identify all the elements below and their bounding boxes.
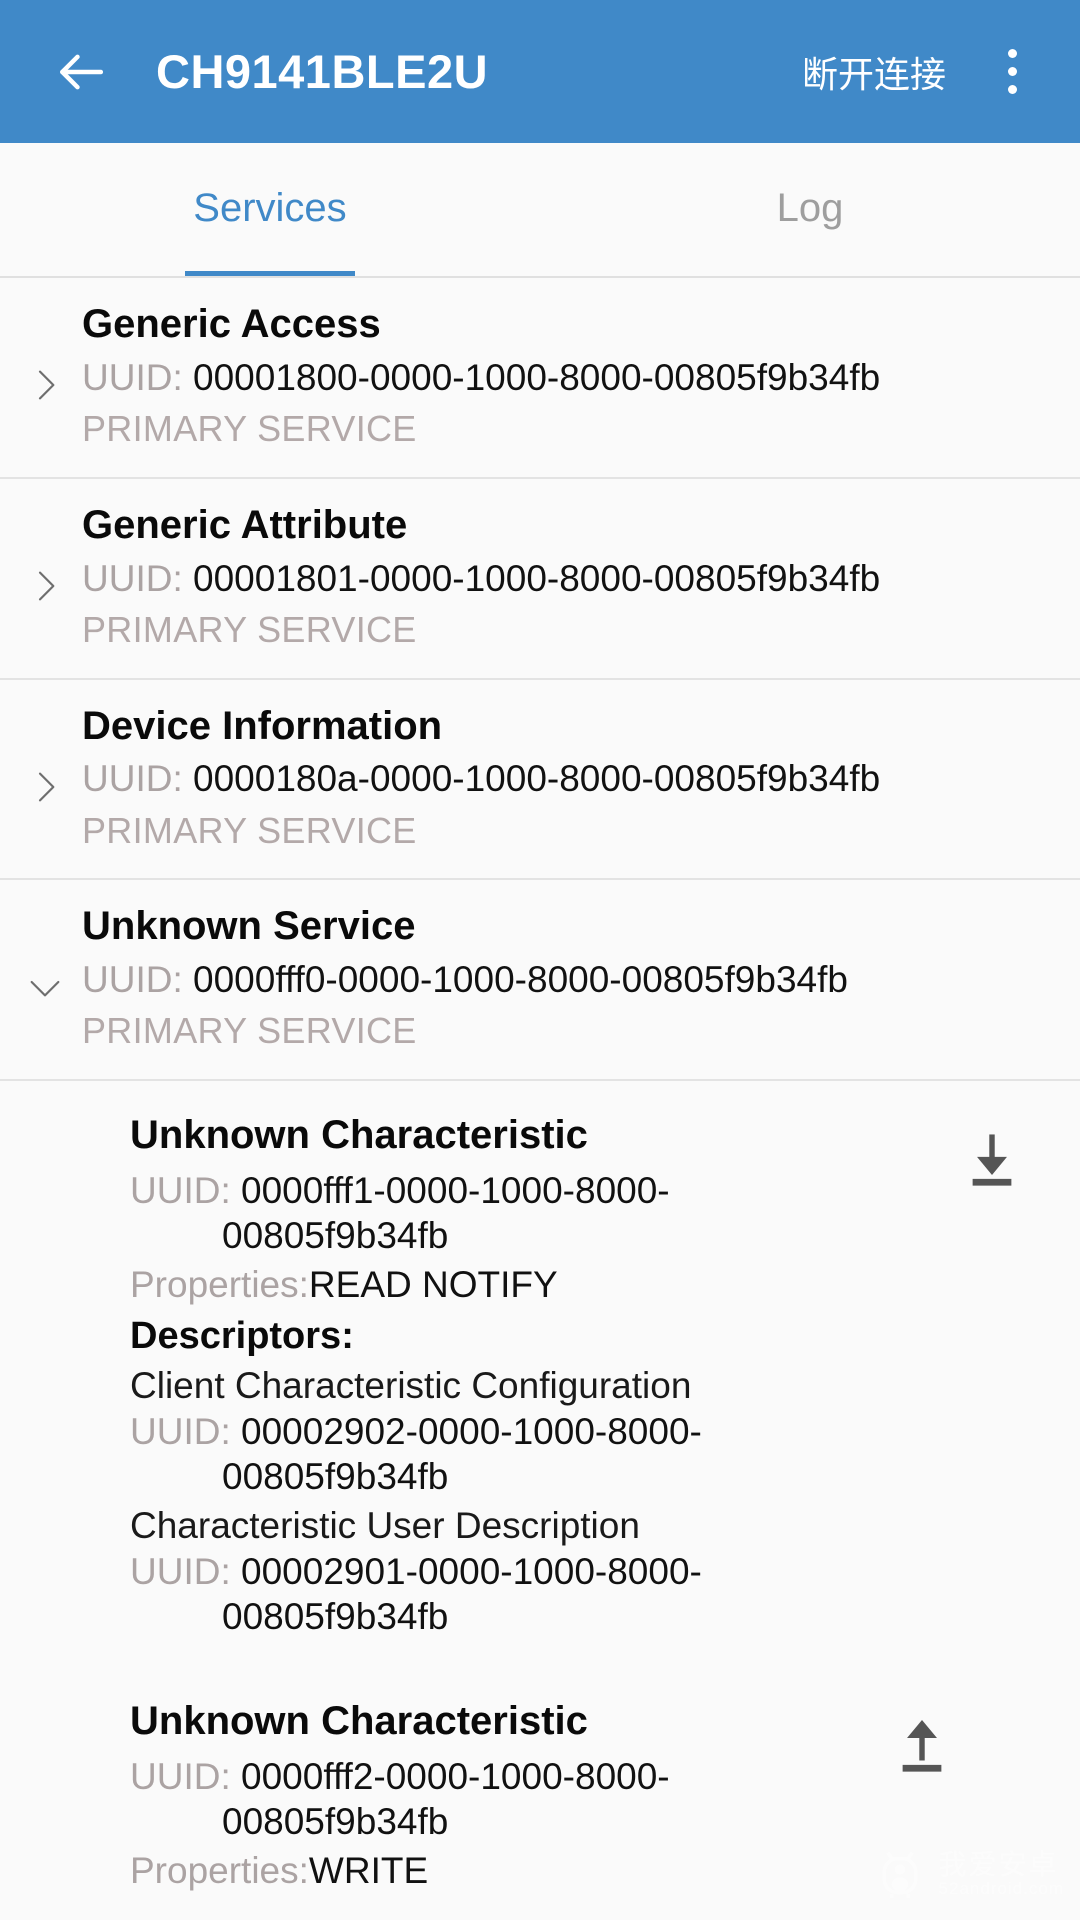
uuid-value: 0000180a-0000-1000-8000-00805f9b34fb <box>193 758 881 800</box>
uuid-value: 00001801-0000-1000-8000-00805f9b34fb <box>193 557 881 599</box>
chevron-down-icon <box>22 964 68 1010</box>
descriptor-name: Client Characteristic Configuration <box>130 1364 692 1406</box>
tab-log[interactable]: Log <box>540 143 1080 278</box>
service-uuid: UUID: 0000180a-0000-1000-8000-00805f9b34… <box>82 756 1050 801</box>
service-uuid: UUID: 00001801-0000-1000-8000-00805f9b34… <box>82 556 1050 601</box>
uuid-value: 0000fff0-0000-1000-8000-00805f9b34fb <box>193 959 848 1001</box>
chevron-right-icon <box>22 764 68 810</box>
tab-bar: Services Log <box>0 143 1080 279</box>
bluetooth-device-screen: CH9141BLE2U 断开连接 Services Log Generic Ac… <box>0 0 1080 1920</box>
uuid-value-line2: 00805f9b34fb <box>222 1596 449 1638</box>
app-bar: CH9141BLE2U 断开连接 <box>0 0 1080 143</box>
properties-label: Properties: <box>130 1850 309 1892</box>
service-name: Generic Access <box>82 302 381 346</box>
uuid-value-line1: 0000fff1-0000-1000-8000- <box>241 1170 670 1212</box>
service-type: PRIMARY SERVICE <box>82 407 417 449</box>
page-title: CH9141BLE2U <box>156 45 489 98</box>
tab-services-label: Services <box>185 186 356 279</box>
write-characteristic-button[interactable] <box>882 1707 962 1787</box>
watermark-text: 我爱安卓 52android.com <box>939 1850 1064 1898</box>
service-list: Generic Access UUID: 00001800-0000-1000-… <box>0 278 1080 1894</box>
watermark: 我爱安卓 52android.com <box>871 1843 1064 1906</box>
uuid-label: UUID: <box>130 1550 231 1592</box>
properties-value: READ NOTIFY <box>308 1264 558 1306</box>
uuid-value-line2: 00805f9b34fb <box>222 1801 449 1843</box>
service-name: Unknown Service <box>82 904 416 949</box>
characteristic-item[interactable]: Unknown Characteristic UUID: 0000fff1-00… <box>0 1111 1080 1639</box>
characteristic-uuid: UUID: 0000fff1-0000-1000-8000- 00805f9b3… <box>130 1168 1050 1258</box>
service-name: Device Information <box>82 703 443 748</box>
uuid-value-line1: 00002902-0000-1000-8000- <box>241 1410 702 1452</box>
uuid-label: UUID: <box>130 1410 231 1452</box>
descriptors-title: Descriptors: <box>130 1315 354 1358</box>
characteristic-list: Unknown Characteristic UUID: 0000fff1-00… <box>0 1081 1080 1894</box>
download-icon <box>961 1128 1023 1195</box>
disconnect-button[interactable]: 断开连接 <box>802 46 946 98</box>
uuid-label: UUID: <box>130 1170 231 1212</box>
service-name: Generic Attribute <box>82 502 408 547</box>
read-characteristic-button[interactable] <box>952 1121 1032 1201</box>
service-type: PRIMARY SERVICE <box>82 1010 417 1052</box>
descriptor-item[interactable]: Client Characteristic Configuration UUID… <box>130 1363 1050 1499</box>
more-vertical-icon <box>1007 49 1017 94</box>
uuid-value: 00001800-0000-1000-8000-00805f9b34fb <box>193 356 881 398</box>
uuid-value-line1: 00002901-0000-1000-8000- <box>241 1550 702 1592</box>
descriptor-item[interactable]: Characteristic User Description UUID: 00… <box>130 1503 1050 1639</box>
watermark-cn: 我爱安卓 <box>938 1849 1059 1881</box>
service-uuid: UUID: 0000fff0-0000-1000-8000-00805f9b34… <box>82 957 1050 1002</box>
chevron-right-icon <box>22 362 68 408</box>
more-options-button[interactable] <box>980 29 1044 115</box>
properties-label: Properties: <box>130 1264 309 1306</box>
uuid-label: UUID: <box>82 959 183 1001</box>
service-row[interactable]: Generic Access UUID: 00001800-0000-1000-… <box>0 278 1080 479</box>
service-row[interactable]: Generic Attribute UUID: 00001801-0000-10… <box>0 478 1080 680</box>
uuid-value-line2: 00805f9b34fb <box>222 1215 449 1257</box>
service-uuid: UUID: 00001800-0000-1000-8000-00805f9b34… <box>82 355 1050 400</box>
uuid-value-line2: 00805f9b34fb <box>222 1455 449 1497</box>
tab-services[interactable]: Services <box>0 143 540 279</box>
service-body: Unknown Service UUID: 0000fff0-0000-1000… <box>0 902 1080 1053</box>
service-row-expanded[interactable]: Unknown Service UUID: 0000fff0-0000-1000… <box>0 880 1080 1082</box>
upload-icon <box>891 1714 953 1781</box>
tab-log-label: Log <box>776 186 844 230</box>
uuid-label: UUID: <box>82 758 183 800</box>
back-button[interactable] <box>38 29 124 115</box>
service-type: PRIMARY SERVICE <box>82 809 417 851</box>
characteristic-properties: Properties:READ NOTIFY <box>130 1262 1050 1307</box>
uuid-value-line1: 0000fff2-0000-1000-8000- <box>241 1756 670 1798</box>
service-type: PRIMARY SERVICE <box>82 608 417 650</box>
service-row[interactable]: Device Information UUID: 0000180a-0000-1… <box>0 679 1080 881</box>
uuid-label: UUID: <box>82 356 183 398</box>
properties-value: WRITE <box>308 1850 429 1892</box>
service-body: Device Information UUID: 0000180a-0000-1… <box>0 702 1080 853</box>
service-body: Generic Attribute UUID: 00001801-0000-10… <box>0 501 1080 652</box>
arrow-left-icon <box>53 44 109 100</box>
descriptor-name: Characteristic User Description <box>130 1505 640 1547</box>
uuid-label: UUID: <box>130 1756 231 1798</box>
uuid-label: UUID: <box>82 557 183 599</box>
watermark-en: 52android.com <box>938 1878 1064 1898</box>
chevron-right-icon <box>22 563 68 609</box>
characteristic-name: Unknown Characteristic <box>130 1113 588 1158</box>
service-body: Generic Access UUID: 00001800-0000-1000-… <box>0 300 1080 451</box>
descriptor-uuid: UUID: 00002902-0000-1000-8000- 00805f9b3… <box>130 1409 1050 1499</box>
android-mascot-icon <box>871 1843 929 1906</box>
descriptor-uuid: UUID: 00002901-0000-1000-8000- 00805f9b3… <box>130 1549 1050 1639</box>
